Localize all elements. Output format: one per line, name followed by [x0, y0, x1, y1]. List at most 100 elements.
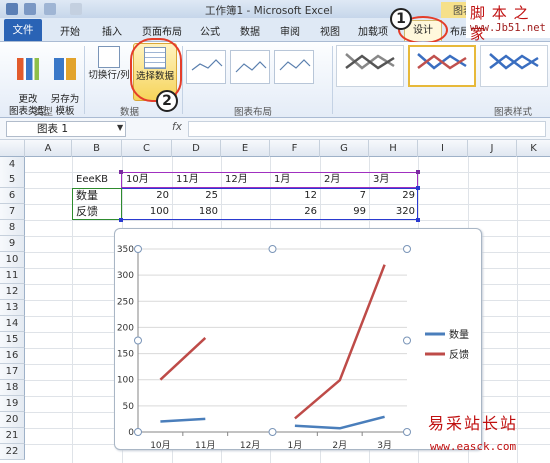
category-range-highlight: [121, 172, 418, 188]
y-tick-label: 250: [117, 297, 134, 307]
y-tick-label: 350: [117, 245, 134, 255]
tab-page-layout[interactable]: 页面布局: [142, 23, 182, 38]
column-header[interactable]: C: [122, 140, 172, 157]
plot-area-handle: [268, 428, 277, 436]
row-header[interactable]: 9: [0, 236, 25, 252]
group-type-label: 类型: [34, 107, 54, 118]
watermark-bottom-url: www.easck.com: [430, 440, 517, 453]
y-tick-label: 50: [123, 402, 135, 412]
legend-label: 数量: [449, 328, 469, 341]
row-header[interactable]: 4: [0, 157, 25, 173]
redo-icon[interactable]: [70, 3, 82, 15]
row-header[interactable]: 13: [0, 300, 25, 316]
y-tick-label: 100: [117, 376, 134, 386]
x-tick-label: 2月: [332, 440, 347, 451]
row-header[interactable]: 7: [0, 204, 25, 220]
row-header[interactable]: 10: [0, 252, 25, 268]
row-header[interactable]: 18: [0, 380, 25, 396]
select-all-corner[interactable]: [0, 140, 25, 157]
watermark-bottom-name: 易采站长站: [428, 414, 519, 433]
row-header[interactable]: 12: [0, 284, 25, 300]
group-data-label: 数据: [120, 107, 140, 118]
row-header[interactable]: 5: [0, 172, 25, 188]
formula-bar: 图表 1 ▼ fx: [0, 118, 550, 140]
x-tick-label: 11月: [195, 440, 215, 451]
column-header[interactable]: H: [369, 140, 418, 157]
ribbon: 更改 图表类型 另存为 模板 切换行/列 选择数据 类型 数据 图表布局 图表样…: [0, 38, 550, 118]
name-box[interactable]: 图表 1: [6, 121, 126, 137]
fx-icon[interactable]: fx: [172, 121, 182, 133]
undo-icon[interactable]: [44, 3, 56, 15]
y-tick-label: 150: [117, 350, 134, 360]
x-tick-label: 3月: [377, 440, 392, 451]
row-header[interactable]: 15: [0, 332, 25, 348]
column-header[interactable]: I: [418, 140, 468, 157]
plot-area-handle: [403, 336, 411, 345]
plot-area-handle: [403, 428, 411, 436]
series-line-1: [159, 336, 207, 381]
group-styles-label: 图表样式: [494, 107, 533, 118]
window-title: 工作簿1 - Microsoft Excel: [205, 5, 333, 17]
row-header[interactable]: 11: [0, 268, 25, 284]
range-handle[interactable]: [119, 170, 123, 174]
column-header[interactable]: D: [172, 140, 221, 157]
range-handle[interactable]: [416, 170, 420, 174]
tab-review[interactable]: 审阅: [280, 23, 300, 38]
group-layout-label: 图表布局: [234, 107, 273, 118]
ribbon-thumbs-drawing: [191, 53, 539, 73]
plot-area-handle: [134, 336, 142, 345]
plot-area-handle: [134, 245, 142, 253]
row-header[interactable]: 20: [0, 412, 25, 428]
step-1-badge: 1: [390, 8, 412, 30]
x-tick-label: 12月: [240, 440, 260, 451]
row-header[interactable]: 16: [0, 348, 25, 364]
table-corner-cell[interactable]: EeeKB: [73, 172, 111, 188]
y-tick-label: 200: [117, 323, 134, 333]
y-tick-label: 300: [117, 271, 134, 281]
y-tick-label: 0: [128, 428, 134, 438]
column-header[interactable]: F: [270, 140, 320, 157]
column-header[interactable]: J: [468, 140, 517, 157]
x-tick-label: 1月: [288, 440, 303, 451]
series-name-range-highlight: [72, 188, 122, 220]
step-2-badge: 2: [156, 90, 178, 112]
series-line-1: [294, 264, 386, 420]
column-header[interactable]: G: [320, 140, 369, 157]
line-chart[interactable]: 0 50 100 150 200 250 300 350 10月 11月 12月 1月 2月 3月 数量反馈: [114, 228, 482, 451]
range-handle[interactable]: [416, 218, 420, 222]
tab-addins[interactable]: 加载项: [358, 23, 388, 38]
range-handle[interactable]: [416, 186, 420, 190]
column-header[interactable]: A: [25, 140, 72, 157]
tab-file[interactable]: 文件: [4, 19, 42, 41]
row-header[interactable]: 14: [0, 316, 25, 332]
tab-home[interactable]: 开始: [60, 23, 80, 38]
formula-input[interactable]: [188, 121, 546, 137]
save-icon[interactable]: [24, 3, 36, 15]
value-range-highlight: [121, 188, 418, 220]
column-header[interactable]: E: [221, 140, 270, 157]
tab-view[interactable]: 视图: [320, 23, 340, 38]
tab-data[interactable]: 数据: [240, 23, 260, 38]
row-header[interactable]: 8: [0, 220, 25, 236]
row-header[interactable]: 22: [0, 444, 25, 460]
series-line-0: [160, 417, 206, 423]
column-header[interactable]: K: [517, 140, 550, 157]
tab-formulas[interactable]: 公式: [200, 23, 220, 38]
plot-area-handle: [403, 245, 411, 253]
column-headers: A B C D E F G H I J K: [0, 140, 550, 157]
excel-logo-icon: [6, 3, 18, 15]
row-header[interactable]: 17: [0, 364, 25, 380]
plot-area-handle: [268, 245, 277, 253]
column-header[interactable]: B: [72, 140, 122, 157]
legend-label: 反馈: [449, 348, 469, 361]
x-tick-label: 10月: [150, 440, 170, 451]
row-header[interactable]: 6: [0, 188, 25, 204]
row-header[interactable]: 21: [0, 428, 25, 444]
chevron-down-icon[interactable]: ▼: [117, 123, 123, 132]
row-header[interactable]: 19: [0, 396, 25, 412]
tab-insert[interactable]: 插入: [102, 23, 122, 38]
gridline: [25, 220, 550, 221]
plot-area-handle: [134, 428, 142, 436]
watermark-top-url: www.Jb51.net: [470, 22, 546, 34]
range-handle[interactable]: [119, 218, 123, 222]
